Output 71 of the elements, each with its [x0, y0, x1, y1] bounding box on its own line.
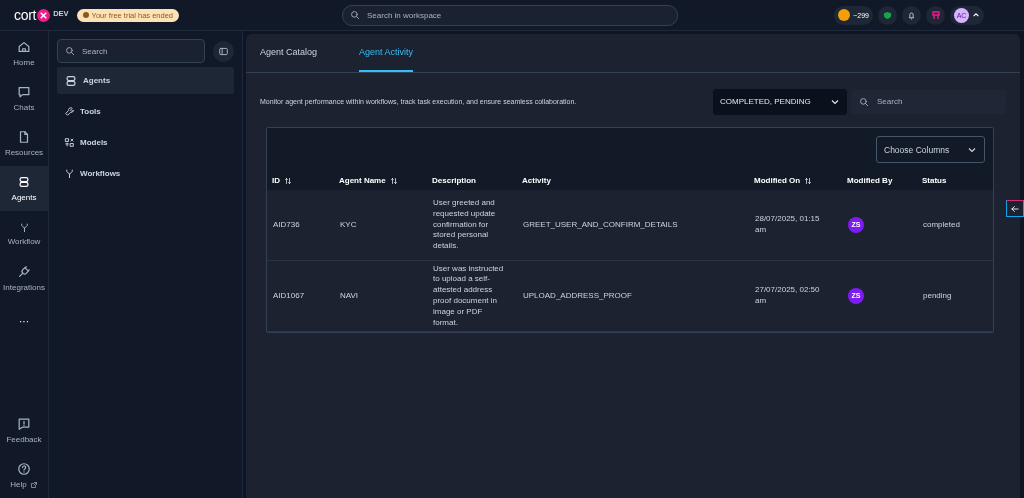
external-link-icon [29, 480, 38, 489]
sidebar-item[interactable]: Models [57, 129, 234, 156]
table-cell: 27/07/2025, 02:50 am [749, 261, 842, 332]
sort-icon [804, 176, 813, 185]
models-icon [64, 137, 75, 148]
logo-icon [37, 8, 51, 22]
home-icon [17, 40, 31, 54]
search-icon [350, 10, 360, 20]
fork-icon [18, 221, 30, 233]
choose-columns-dropdown[interactable]: Choose Columns [876, 136, 985, 163]
table-cell: AID736 [267, 190, 334, 261]
sidebar-toggle-button[interactable] [213, 40, 234, 62]
table-cell: KYC [334, 190, 427, 261]
sidebar-item[interactable]: Agents [57, 67, 234, 94]
search-icon [859, 96, 869, 107]
nav-item[interactable]: Integrations [0, 256, 48, 301]
table-cell: User was instructed to upload a self-attested address proof document in image or PDF format. [427, 261, 517, 332]
table-cell: AID1067 [267, 261, 334, 332]
robot-icon [17, 175, 31, 189]
table-cell: pending [917, 261, 993, 332]
column-header: Modified By [846, 175, 894, 187]
arrow-left-icon [1010, 203, 1020, 214]
nav-item[interactable]: Home [0, 31, 48, 76]
status-filter-dropdown[interactable]: COMPLETED, PENDING [713, 88, 847, 115]
chat-icon [17, 85, 31, 99]
table-cell: User greeted and requested update confirmation for stored personal details. [427, 190, 517, 261]
table-cell: 28/07/2025, 01:15 am [749, 190, 842, 261]
column-header[interactable]: Agent Name [334, 163, 427, 190]
more-button[interactable]: ··· [0, 301, 48, 341]
fork-icon [64, 168, 75, 179]
shield-button[interactable] [878, 5, 897, 25]
tab[interactable]: Agent Catalog [260, 34, 338, 72]
sidebar-search-field[interactable]: Search [57, 39, 205, 63]
nav-item[interactable]: Feedback [0, 408, 48, 453]
table-cell: UPLOAD_ADDRESS_PROOF [517, 261, 749, 332]
search-field[interactable]: Search [851, 89, 1006, 114]
sort-icon [389, 176, 398, 185]
robot-icon [930, 10, 941, 20]
sidebar-icon [218, 45, 229, 57]
sort-icon [284, 176, 292, 185]
sidebar-item[interactable]: Workflows [57, 160, 234, 187]
table-cell: NAVI [334, 261, 427, 332]
table-cell: completed [917, 190, 993, 261]
nav-item[interactable]: Chats [0, 76, 48, 121]
wrench-icon [64, 106, 75, 117]
table-cell: GREET_USER_AND_CONFIRM_DETAILS [517, 190, 749, 261]
column-header: Description [431, 175, 477, 187]
plug-icon [17, 265, 31, 279]
notification-button[interactable] [902, 5, 921, 25]
column-header: Activity [521, 175, 552, 187]
column-header[interactable]: Modified On [749, 163, 842, 190]
document-icon [17, 130, 31, 144]
back-button[interactable] [1006, 200, 1024, 217]
workspace-search-field[interactable]: Search in workspace [342, 4, 678, 26]
robot-icon [64, 73, 78, 88]
shield-icon [883, 10, 892, 20]
search-icon [65, 46, 75, 56]
feedback-icon [17, 417, 31, 431]
help-icon [17, 462, 31, 476]
caret-up-icon [972, 11, 980, 19]
bell-icon [907, 10, 916, 20]
nav-item[interactable]: Resources [0, 121, 48, 166]
nav-item[interactable]: Agents [0, 166, 48, 211]
nav-item[interactable]: Workflow [0, 211, 48, 256]
column-header[interactable]: ID [267, 163, 334, 190]
sidebar-item[interactable]: Tools [57, 98, 234, 125]
nav-item[interactable]: Help [0, 453, 48, 498]
robot-button[interactable] [926, 5, 945, 25]
logo-text: cort [14, 7, 37, 23]
tab[interactable]: Agent Activity [359, 34, 414, 72]
column-header: Status [921, 175, 948, 187]
